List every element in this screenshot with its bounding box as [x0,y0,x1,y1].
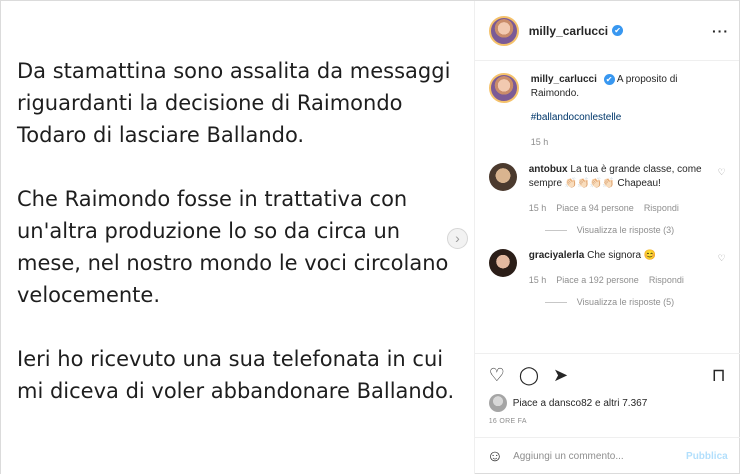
bookmark-icon[interactable]: ⊓ [712,365,726,385]
next-slide-button[interactable]: › [447,228,468,249]
comment-item: antobux La tua è grande classe, come sem… [488,163,726,215]
comment-likes[interactable]: Piace a 94 persone [556,201,634,215]
caption-hashtag[interactable]: #ballandoconlestelle [531,111,726,125]
comment-time[interactable]: 15 h [529,273,547,287]
reply-button[interactable]: Rispondi [644,201,679,215]
caption-username[interactable]: milly_carlucci [531,74,597,85]
comment-time[interactable]: 15 h [529,201,547,215]
instagram-post: Da stamattina sono assalita da messaggi … [0,0,740,474]
comments-section[interactable]: milly_carlucci ✔ A proposito di Raimondo… [475,61,740,353]
comment-text: Che signora 😊 [587,250,657,261]
author-username[interactable]: milly_carlucci [529,24,608,38]
view-replies-label: Visualizza le risposte (5) [576,297,675,307]
post-actions: ♡ ◯ ➤ ⊓ Piace a dansco82 e altri 7.367 1… [474,353,740,441]
comment-likes[interactable]: Piace a 192 persone [556,273,639,287]
post-header: milly_carlucci ✔ ··· [474,1,739,61]
liked-by-text[interactable]: Piace a dansco82 e altri 7.367 [513,398,648,409]
post-image-paragraph-2: Che Raimondo fosse in trattativa con un'… [17,187,449,307]
comment-input[interactable] [513,451,687,462]
emoji-icon[interactable]: ☺ [487,448,503,466]
caption-avatar[interactable] [488,73,519,103]
verified-badge-icon: ✔ [603,74,615,85]
caption-time[interactable]: 15 h [531,135,549,149]
post-image-text: Da stamattina sono assalita da messaggi … [17,55,467,439]
commenter-username[interactable]: graciyalerla [529,250,585,261]
comment-composer: ☺ Pubblica [474,437,740,474]
replies-divider [544,229,567,231]
post-image-paragraph-1: Da stamattina sono assalita da messaggi … [17,59,451,147]
verified-badge-icon: ✔ [612,25,624,36]
caption: milly_carlucci ✔ A proposito di Raimondo… [488,73,726,149]
heart-icon[interactable]: ♡ [489,365,505,385]
likes-summary[interactable]: Piace a dansco82 e altri 7.367 [488,394,726,412]
reply-button[interactable]: Rispondi [649,273,684,287]
post-image-paragraph-3: Ieri ho ricevuto una sua telefonata in c… [17,347,455,403]
liker-avatar [488,394,507,412]
comment-like-heart-icon[interactable]: ♡ [718,253,726,287]
comment-icon[interactable]: ◯ [519,365,539,385]
post-timestamp[interactable]: 16 ORE FA [489,418,726,425]
comment-item: graciyalerla Che signora 😊 15 h Piace a … [488,249,726,287]
view-replies-label: Visualizza le risposte (3) [576,225,675,235]
post-image[interactable]: Da stamattina sono assalita da messaggi … [1,1,475,474]
author-avatar[interactable] [488,15,519,46]
post-sidebar: milly_carlucci ✔ ··· milly_carlucci ✔ A … [474,1,740,474]
publish-button[interactable]: Pubblica [686,451,728,462]
view-replies-button[interactable]: Visualizza le risposte (3) [544,225,726,235]
comment-like-heart-icon[interactable]: ♡ [718,167,726,215]
commenter-avatar[interactable] [488,163,517,191]
share-icon[interactable]: ➤ [553,365,568,385]
more-options-button[interactable]: ··· [712,23,729,39]
commenter-username[interactable]: antobux [529,164,568,175]
commenter-avatar[interactable] [488,249,517,277]
view-replies-button[interactable]: Visualizza le risposte (5) [544,297,726,307]
replies-divider [544,301,567,303]
